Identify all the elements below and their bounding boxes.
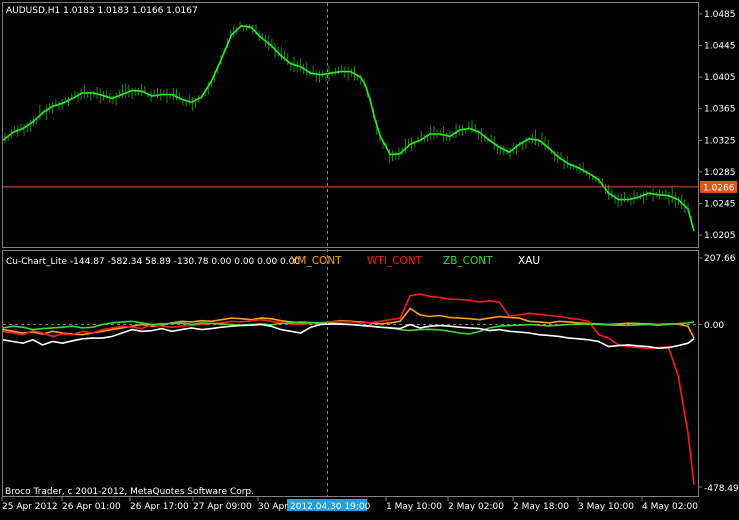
price-axis-label: 1.0365 — [704, 105, 736, 115]
legend-ym-cont: YM_CONT — [290, 255, 342, 267]
price-axis-label: 1.0445 — [704, 42, 736, 52]
legend-xau: XAU — [518, 255, 540, 267]
time-highlight-label: 2012.04.30 19:00 — [290, 502, 371, 512]
price-axis-label: 1.0245 — [704, 200, 736, 210]
current-price-label: 1.0266 — [703, 183, 735, 193]
current-price-badge: 1.0266 — [700, 181, 737, 194]
price-axis-label: 1.0285 — [704, 168, 736, 178]
time-axis-label: 25 Apr 2012 — [2, 502, 58, 512]
time-axis-label: 26 Apr 01:00 — [62, 502, 121, 512]
axis-label-zero: 0.00 — [704, 321, 724, 331]
time-axis-label: 2 May 18:00 — [513, 502, 569, 512]
indicator-header: Cu-Chart_Lite -144.87 -582.34 58.89 -130… — [6, 257, 300, 267]
copyright-text: Broco Trader, c 2001-2012, MetaQuotes So… — [5, 487, 254, 497]
main-chart-header: AUDUSD,H1 1.0183 1.0183 1.0166 1.0167 — [6, 6, 198, 16]
time-axis-label: 27 Apr 09:00 — [193, 502, 252, 512]
time-axis-label: 30 Apr — [258, 502, 288, 512]
legend-wti-cont: WTI_CONT — [367, 255, 423, 267]
terminal-chart-window[interactable]: AUDUSD,H1 1.0183 1.0183 1.0166 1.0167 1.… — [0, 0, 739, 516]
time-axis-label: 4 May 02:00 — [642, 502, 698, 512]
time-axis-label: 2 May 02:00 — [448, 502, 504, 512]
price-axis-label: 1.0405 — [704, 73, 736, 83]
price-axis-label: 1.0325 — [704, 136, 736, 146]
axis-label-top: 207.66 — [704, 254, 736, 264]
time-axis-label: 1 May 10:00 — [386, 502, 442, 512]
chart-canvas[interactable]: AUDUSD,H1 1.0183 1.0183 1.0166 1.0167 1.… — [0, 0, 739, 516]
time-axis-label: 3 May 10:00 — [578, 502, 634, 512]
price-axis-label: 1.0485 — [704, 10, 736, 20]
price-axis-label: 1.0205 — [704, 231, 736, 241]
legend-zb-cont: ZB_CONT — [443, 255, 493, 267]
axis-label-bottom: -478.49 — [704, 484, 739, 494]
time-axis-label: 26 Apr 17:00 — [130, 502, 189, 512]
